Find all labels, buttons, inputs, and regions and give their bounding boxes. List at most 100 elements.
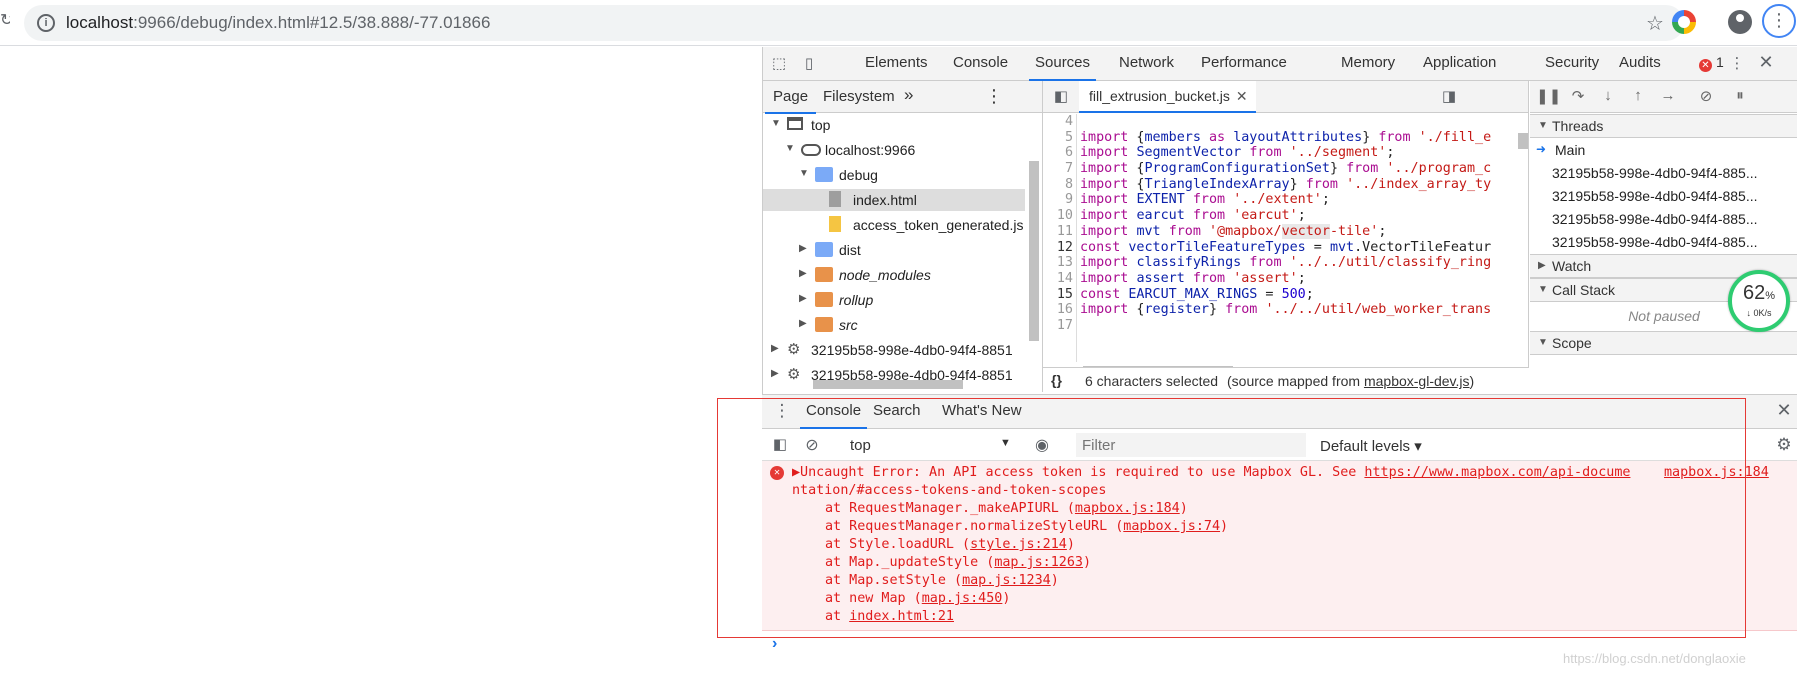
thread-item[interactable]: 32195b58-998e-4db0-94f4-885... bbox=[1530, 230, 1797, 254]
tab-sources[interactable]: Sources bbox=[1028, 54, 1097, 81]
tab-security[interactable]: Security bbox=[1545, 54, 1599, 71]
source-map-link[interactable]: mapbox-gl-dev.js bbox=[1364, 373, 1470, 389]
code-line[interactable]: 15 const EARCUT_MAX_RINGS = 500; bbox=[1043, 287, 1513, 303]
pause-icon[interactable]: ❚❚ bbox=[1536, 87, 1561, 107]
tree-item[interactable]: index.html bbox=[763, 189, 1025, 211]
thread-item[interactable]: 32195b58-998e-4db0-94f4-885... bbox=[1530, 161, 1797, 185]
pretty-print-button[interactable]: {} bbox=[1051, 372, 1062, 388]
stack-frame-link[interactable]: mapbox.js:74 bbox=[1123, 519, 1220, 534]
error-counter[interactable]: ✕ 1 bbox=[1699, 54, 1724, 72]
chevron-right-icon[interactable]: ▶ bbox=[799, 268, 807, 279]
code-line[interactable]: 16 import {register} from '../../util/web… bbox=[1043, 302, 1513, 318]
tab-page[interactable]: Page bbox=[764, 88, 817, 114]
drawer-tab-search[interactable]: Search bbox=[873, 402, 921, 419]
code-line[interactable]: 7 import {ProgramConfigurationSet} from '… bbox=[1043, 161, 1513, 177]
tree-item[interactable]: access_token_generated.js bbox=[763, 214, 1025, 236]
thread-item[interactable]: ➜ Main bbox=[1530, 138, 1797, 162]
navigator-horizontal-scrollbar[interactable] bbox=[763, 377, 1027, 391]
code-text[interactable]: import {members as layoutAttributes} fro… bbox=[1080, 130, 1491, 146]
code-line[interactable]: 12 const vectorTileFeatureTypes = mvt.Vec… bbox=[1043, 240, 1513, 256]
tab-audits[interactable]: Audits bbox=[1619, 54, 1661, 71]
toggle-debugger-icon[interactable]: ◨ bbox=[1439, 87, 1459, 107]
tree-item[interactable]: ▼ debug bbox=[763, 164, 1025, 186]
line-number[interactable]: 4 bbox=[1043, 114, 1073, 130]
clear-console-icon[interactable]: ⊘ bbox=[802, 435, 822, 455]
devtools-menu-icon[interactable]: ⋮ bbox=[1727, 54, 1747, 74]
navigator-vertical-scrollbar[interactable] bbox=[1027, 151, 1039, 391]
code-line[interactable]: 17 bbox=[1043, 318, 1513, 334]
console-filter-input[interactable] bbox=[1076, 433, 1306, 457]
drawer-tab-console[interactable]: Console bbox=[799, 402, 868, 429]
code-text[interactable]: import {register} from '../../util/web_w… bbox=[1080, 302, 1491, 318]
device-toolbar-icon[interactable]: ▯ bbox=[799, 54, 819, 74]
chevron-right-icon[interactable]: ▶ bbox=[771, 343, 779, 354]
step-into-icon[interactable]: ↓ bbox=[1598, 87, 1618, 107]
code-text[interactable]: import SegmentVector from '../segment'; bbox=[1080, 145, 1394, 161]
scope-section-header[interactable]: ▼ Scope bbox=[1530, 331, 1797, 355]
profile-avatar-icon[interactable] bbox=[1728, 10, 1752, 34]
stack-frame-link[interactable]: map.js:450 bbox=[922, 591, 1003, 606]
inspect-element-icon[interactable]: ⬚ bbox=[769, 54, 789, 74]
chevron-right-icon[interactable]: ▶ bbox=[799, 318, 807, 329]
thread-item[interactable]: 32195b58-998e-4db0-94f4-885... bbox=[1530, 207, 1797, 231]
error-first-line[interactable]: ▶Uncaught Error: An API access token is … bbox=[792, 464, 1630, 482]
browser-menu-icon[interactable]: ⋮ bbox=[1762, 4, 1796, 38]
close-drawer-icon[interactable]: ✕ bbox=[1774, 400, 1794, 420]
line-number[interactable]: 8 bbox=[1043, 177, 1073, 193]
network-speed-widget[interactable]: 62% ↓ 0K/s bbox=[1728, 270, 1790, 332]
code-text[interactable]: import assert from 'assert'; bbox=[1080, 271, 1306, 287]
chevron-right-icon[interactable]: ▶ bbox=[799, 243, 807, 254]
tree-item[interactable]: ▶ dist bbox=[763, 239, 1025, 261]
code-line[interactable]: 14 import assert from 'assert'; bbox=[1043, 271, 1513, 287]
chevron-down-icon[interactable]: ▼ bbox=[771, 118, 781, 129]
chevron-down-icon[interactable]: ▼ bbox=[785, 143, 795, 154]
deactivate-breakpoints-icon[interactable]: ⊘ bbox=[1696, 87, 1716, 107]
line-number[interactable]: 15 bbox=[1043, 287, 1073, 303]
thread-item[interactable]: 32195b58-998e-4db0-94f4-885... bbox=[1530, 184, 1797, 208]
code-text[interactable]: import classifyRings from '../../util/cl… bbox=[1080, 255, 1491, 271]
address-bar[interactable]: i localhost:9966/debug/index.html#12.5/3… bbox=[24, 5, 1684, 41]
code-line[interactable]: 13 import classifyRings from '../../util/… bbox=[1043, 255, 1513, 271]
line-number[interactable]: 5 bbox=[1043, 130, 1073, 146]
threads-section-header[interactable]: ▼ Threads bbox=[1530, 114, 1797, 138]
chevron-right-icon[interactable]: ▶ bbox=[799, 293, 807, 304]
stack-frame-link[interactable]: style.js:214 bbox=[970, 537, 1067, 552]
code-text[interactable]: import mvt from '@mapbox/vector-tile'; bbox=[1080, 223, 1386, 240]
step-over-icon[interactable]: ↷ bbox=[1568, 87, 1588, 107]
line-number[interactable]: 10 bbox=[1043, 208, 1073, 224]
navigator-menu-icon[interactable]: ⋮ bbox=[985, 86, 1003, 107]
tab-memory[interactable]: Memory bbox=[1341, 54, 1395, 71]
code-line[interactable]: 6 import SegmentVector from '../segment'; bbox=[1043, 145, 1513, 161]
code-line[interactable]: 5 import {members as layoutAttributes} fr… bbox=[1043, 130, 1513, 146]
show-sidebar-icon[interactable]: ◧ bbox=[770, 435, 790, 455]
live-expression-eye-icon[interactable]: ◉ bbox=[1032, 435, 1052, 455]
line-number[interactable]: 9 bbox=[1043, 192, 1073, 208]
code-text[interactable]: import {TriangleIndexArray} from '../ind… bbox=[1080, 177, 1491, 193]
tab-performance[interactable]: Performance bbox=[1201, 54, 1287, 71]
extension-icon[interactable] bbox=[1672, 10, 1696, 34]
line-number[interactable]: 11 bbox=[1043, 224, 1073, 240]
code-line[interactable]: 10 import earcut from 'earcut'; bbox=[1043, 208, 1513, 224]
pause-on-exceptions-icon[interactable]: ⏸ bbox=[1730, 87, 1750, 107]
code-line[interactable]: 8 import {TriangleIndexArray} from '../in… bbox=[1043, 177, 1513, 193]
chevron-down-icon[interactable]: ▼ bbox=[799, 168, 809, 179]
line-number[interactable]: 6 bbox=[1043, 145, 1073, 161]
code-line[interactable]: 11 import mvt from '@mapbox/vector-tile'; bbox=[1043, 223, 1513, 240]
code-text[interactable]: import earcut from 'earcut'; bbox=[1080, 208, 1306, 224]
code-line[interactable]: 4 bbox=[1043, 114, 1513, 130]
tree-item[interactable]: ▼ localhost:9966 bbox=[763, 139, 1025, 161]
context-selector[interactable]: top ▼ bbox=[850, 437, 1011, 454]
toggle-navigator-icon[interactable]: ◧ bbox=[1051, 87, 1071, 107]
tree-item[interactable]: ▶ ⚙ 32195b58-998e-4db0-94f4-8851 bbox=[763, 339, 1025, 361]
info-icon[interactable]: i bbox=[37, 14, 55, 32]
more-tabs-icon[interactable]: » bbox=[904, 85, 913, 105]
error-source-link[interactable]: mapbox.js:184 bbox=[1664, 464, 1769, 482]
tab-network[interactable]: Network bbox=[1119, 54, 1174, 71]
tree-item[interactable]: ▶ src bbox=[763, 314, 1025, 336]
line-number[interactable]: 13 bbox=[1043, 255, 1073, 271]
tree-item[interactable]: ▶ node_modules bbox=[763, 264, 1025, 286]
close-devtools-icon[interactable]: ✕ bbox=[1756, 52, 1776, 72]
step-out-icon[interactable]: ↑ bbox=[1628, 87, 1648, 107]
line-number[interactable]: 7 bbox=[1043, 161, 1073, 177]
stack-frame-link[interactable]: index.html:21 bbox=[849, 609, 954, 624]
